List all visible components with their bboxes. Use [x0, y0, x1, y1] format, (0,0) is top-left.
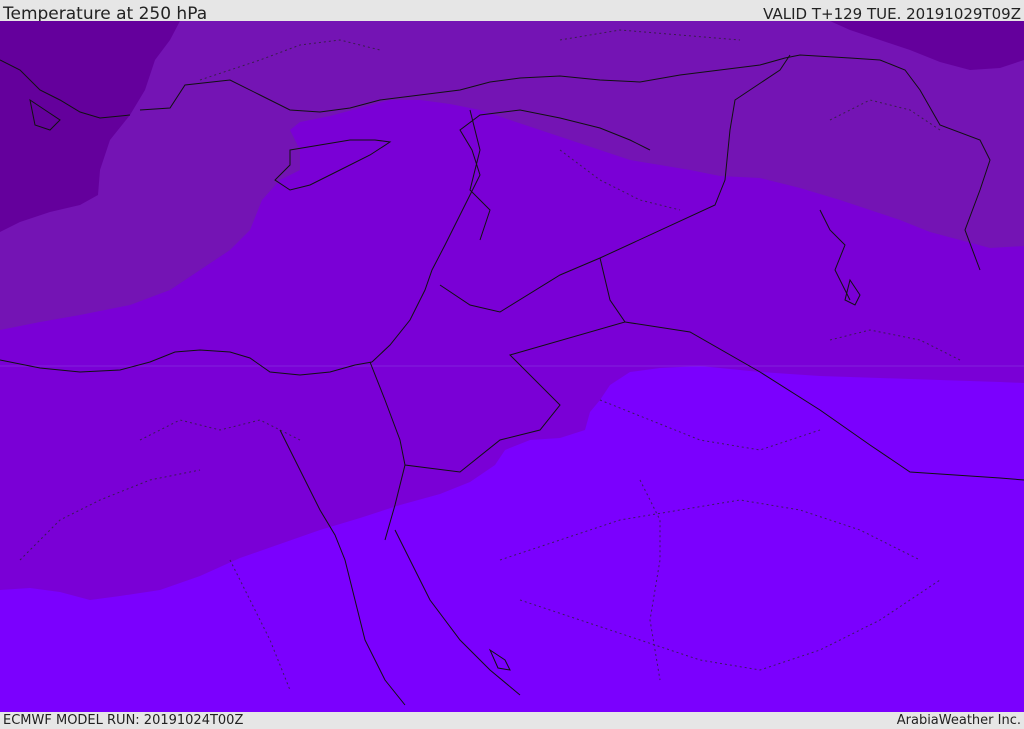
credit-label: ArabiaWeather Inc. [896, 713, 1021, 728]
header-bar: Temperature at 250 hPa VALID T+129 TUE. … [0, 0, 1024, 24]
temperature-map [0, 21, 1024, 712]
map-area [0, 21, 1024, 712]
footer-bar: ECMWF MODEL RUN: 20191024T00Z ArabiaWeat… [0, 712, 1024, 729]
model-run-label: ECMWF MODEL RUN: 20191024T00Z [3, 713, 244, 728]
